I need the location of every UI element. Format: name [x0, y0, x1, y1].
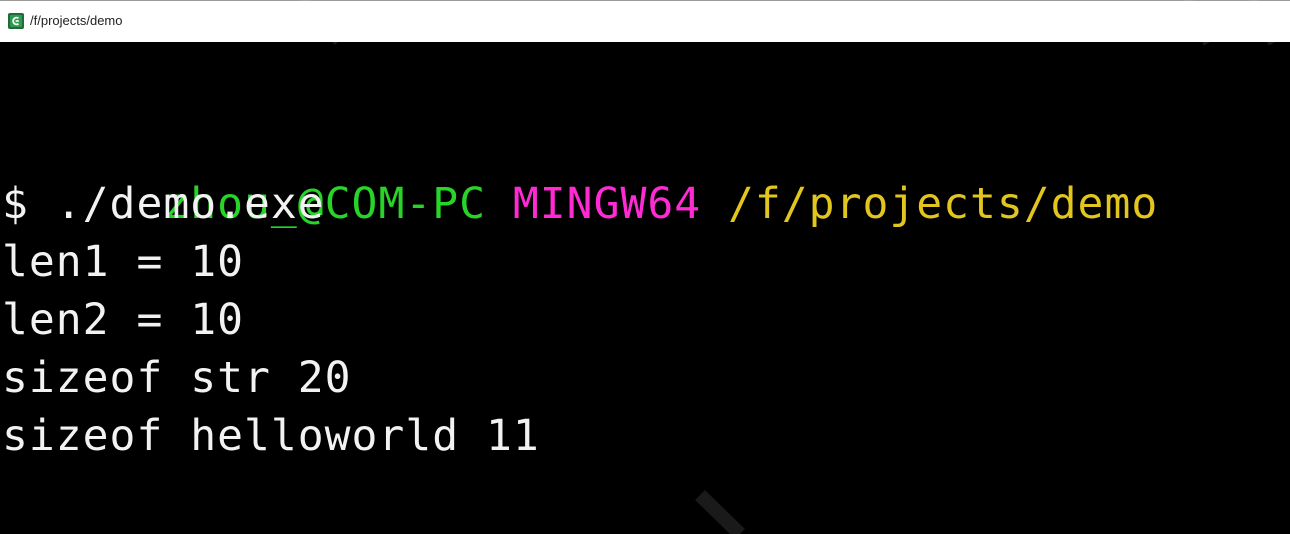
command-line: $ ./demo.exe: [2, 179, 325, 229]
title-bar[interactable]: /f/projects/demo: [0, 0, 1290, 42]
window-title: /f/projects/demo: [30, 13, 123, 28]
prompt-path: /f/projects/demo: [728, 179, 1159, 229]
mintty-icon: [8, 13, 24, 29]
terminal-area[interactable]: zhou_@COM-PC MINGW64 /f/projects/demo $ …: [0, 42, 1290, 534]
output-line: len2 = 10: [2, 295, 244, 345]
output-line: sizeof helloworld 11: [2, 411, 540, 461]
terminal-window: /f/projects/demo zhou_@COM-PC MINGW64 /f…: [0, 0, 1290, 534]
output-line: sizeof str 20: [2, 353, 352, 403]
output-line: len1 = 10: [2, 237, 244, 287]
prompt-system: MINGW64: [512, 179, 702, 229]
